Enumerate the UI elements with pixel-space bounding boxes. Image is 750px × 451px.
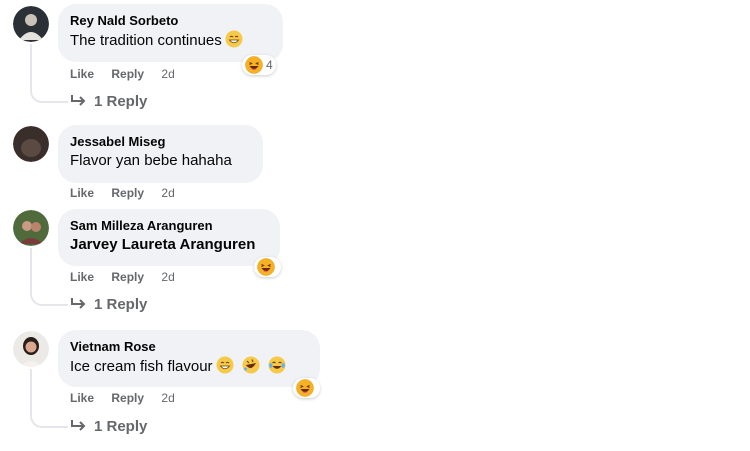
comment-text: Ice cream fish flavour [70, 356, 308, 377]
comment-author[interactable]: Rey Nald Sorbeto [70, 12, 271, 29]
avatar[interactable] [13, 6, 49, 42]
timestamp[interactable]: 2d [161, 67, 174, 81]
view-replies-link[interactable]: 1 Reply [70, 296, 147, 313]
laughing-face-icon [257, 258, 275, 276]
view-replies-link[interactable]: 1 Reply [70, 418, 147, 435]
reaction-summary[interactable]: 4 [242, 55, 276, 75]
comment-actions: Like Reply 2d [70, 67, 189, 81]
like-button[interactable]: Like [70, 391, 94, 405]
timestamp[interactable]: 2d [161, 391, 174, 405]
comment-bubble: Rey Nald Sorbeto The tradition continues [58, 4, 283, 62]
comment-text: Flavor yan bebe hahaha [70, 152, 232, 169]
like-button[interactable]: Like [70, 67, 94, 81]
comment-bubble: Sam Milleza Aranguren Jarvey Laureta Ara… [58, 209, 280, 266]
tears-of-joy-face-icon [267, 356, 286, 374]
reply-button[interactable]: Reply [111, 186, 144, 200]
avatar[interactable] [13, 210, 49, 246]
comment-author[interactable]: Sam Milleza Aranguren [70, 217, 268, 234]
reply-button[interactable]: Reply [111, 391, 144, 405]
reply-button[interactable]: Reply [111, 270, 144, 284]
reply-arrow-icon [71, 298, 86, 309]
comment-bubble: Vietnam Rose Ice cream fish flavour [58, 330, 320, 387]
avatar[interactable] [13, 331, 49, 367]
thread-connector [30, 248, 68, 306]
view-replies-link[interactable]: 1 Reply [70, 93, 147, 110]
rolling-laughing-face-icon [241, 356, 260, 374]
reaction-count: 4 [266, 58, 273, 72]
like-button[interactable]: Like [70, 270, 94, 284]
grinning-squint-face-icon [224, 30, 243, 48]
avatar[interactable] [13, 126, 49, 162]
reply-arrow-icon [71, 420, 86, 431]
laughing-face-icon [296, 379, 314, 397]
reply-arrow-icon [71, 95, 86, 106]
mention-link[interactable]: Jarvey Laureta Aranguren [70, 235, 268, 255]
reply-button[interactable]: Reply [111, 67, 144, 81]
comment-author[interactable]: Jessabel Miseg [70, 133, 251, 150]
comment-text: The tradition continues [70, 30, 271, 51]
comment-bubble: Jessabel Miseg Flavor yan bebe hahaha [58, 125, 263, 183]
like-button[interactable]: Like [70, 186, 94, 200]
thread-connector [30, 44, 68, 103]
reaction-summary[interactable] [293, 378, 320, 398]
reaction-summary[interactable] [254, 257, 281, 277]
comment-actions: Like Reply 2d [70, 391, 189, 405]
comment-actions: Like Reply 2d [70, 186, 189, 200]
comment-author[interactable]: Vietnam Rose [70, 338, 308, 355]
grinning-face-icon [215, 356, 234, 374]
timestamp[interactable]: 2d [161, 270, 174, 284]
comment-actions: Like Reply 2d [70, 270, 189, 284]
timestamp[interactable]: 2d [161, 186, 174, 200]
laughing-face-icon [245, 56, 263, 74]
thread-connector [30, 369, 68, 428]
